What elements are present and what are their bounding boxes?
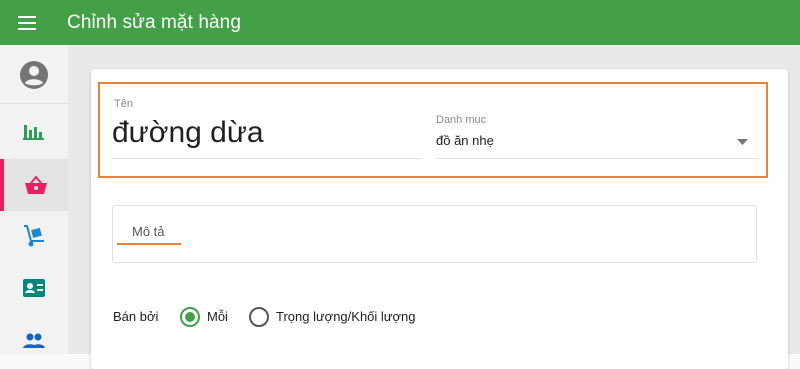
tab-indicator [117,243,181,245]
menu-button[interactable] [18,0,52,45]
page-title: Chỉnh sửa mặt hàng [67,11,242,33]
sidebar-divider [0,103,68,104]
basket-icon [25,175,47,194]
category-field-underline [436,158,758,159]
sold-by-each-label[interactable]: Mỗi [207,309,228,324]
category-field-label: Danh mục [436,114,487,126]
account-circle-icon [20,61,48,89]
content-area: Tên đường dừa Danh mục đồ ăn nhẹ Mô tả B… [68,45,800,369]
description-panel: Mô tả [112,205,757,263]
sold-by-weight-radio[interactable] [249,307,269,327]
name-field-underline [112,158,421,159]
sidebar-item-account[interactable] [0,50,68,100]
name-field-label: Tên [114,98,133,110]
bar-chart-icon [23,125,44,140]
people-icon [23,333,45,348]
name-field[interactable]: đường dừa [112,116,264,150]
chevron-down-icon[interactable] [737,139,748,145]
sold-by-label: Bán bởi [113,309,159,324]
hand-truck-icon [24,225,44,247]
sidebar-item-items[interactable] [0,159,68,211]
sidebar-item-reports[interactable] [0,106,68,156]
tab-description[interactable]: Mô tả [132,224,165,239]
sidebar-item-inventory[interactable] [0,211,68,261]
sold-by-weight-label[interactable]: Trọng lượng/Khối lượng [276,309,415,324]
sidebar-item-employees[interactable] [0,316,68,366]
contact-card-icon [23,279,45,297]
category-select[interactable]: đồ ăn nhẹ [436,133,494,148]
sidebar [0,45,69,354]
app-bar: Chỉnh sửa mặt hàng [0,0,800,45]
item-edit-card: Tên đường dừa Danh mục đồ ăn nhẹ Mô tả B… [91,69,788,369]
menu-icon [18,15,36,30]
sold-by-each-radio[interactable] [180,307,200,327]
sidebar-item-customers[interactable] [0,263,68,313]
